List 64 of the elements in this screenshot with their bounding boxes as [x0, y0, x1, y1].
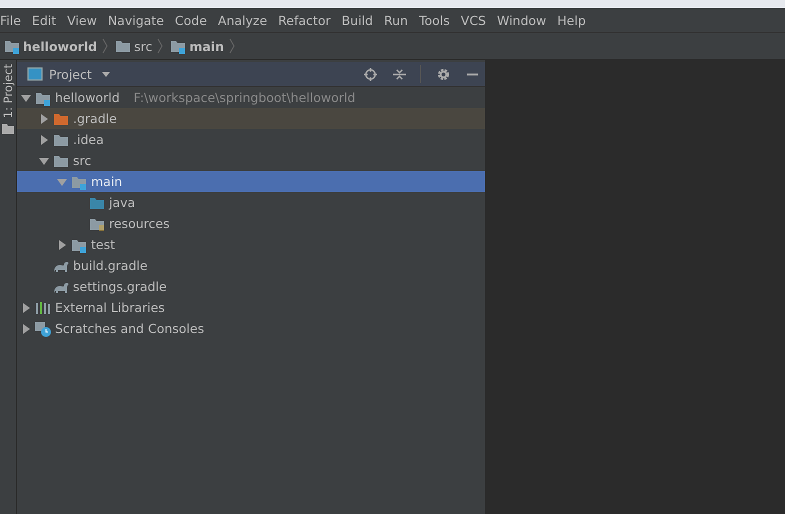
tree-item-label[interactable]: helloworld: [55, 90, 120, 105]
menu-item[interactable]: VCS: [460, 12, 486, 28]
menu-item[interactable]: Analyze: [218, 12, 268, 28]
collapsed-arrow-icon[interactable]: [39, 134, 49, 144]
tree-row[interactable]: java: [17, 192, 485, 213]
tree-item-label[interactable]: settings.gradle: [73, 279, 167, 294]
tree-row[interactable]: Scratches and Consoles: [17, 318, 485, 339]
tree-item-label[interactable]: java: [109, 195, 136, 210]
tree-row[interactable]: build.gradle: [17, 255, 485, 276]
panel-title[interactable]: Project: [49, 66, 92, 82]
caret-icon[interactable]: [102, 72, 110, 76]
window-icon: [27, 66, 43, 82]
tree-item-label[interactable]: main: [91, 174, 122, 189]
collapsed-arrow-icon[interactable]: [39, 114, 49, 124]
menu-item[interactable]: Tools: [418, 12, 450, 28]
tree-row[interactable]: settings.gradle: [17, 276, 485, 297]
menu-item[interactable]: View: [67, 12, 97, 28]
tree-row[interactable]: .idea: [17, 129, 485, 150]
tree-row[interactable]: resources: [17, 213, 485, 234]
folder-icon: [115, 38, 132, 54]
breadcrumb-item[interactable]: helloworld: [23, 38, 98, 54]
menu-item[interactable]: Code: [174, 12, 207, 28]
project-path: F:\workspace\springboot\helloworld: [134, 90, 356, 105]
collapsed-arrow-icon[interactable]: [21, 324, 31, 334]
menu-item[interactable]: Edit: [32, 12, 56, 28]
breadcrumb-item[interactable]: src: [134, 38, 152, 54]
menu-item[interactable]: Build: [342, 12, 373, 28]
scratches-icon: [35, 320, 51, 336]
tree-row[interactable]: main: [17, 171, 485, 192]
collapse-icon[interactable]: [393, 68, 406, 80]
chevron-icon: [157, 38, 164, 54]
menu-item[interactable]: Window: [496, 12, 546, 28]
menu-item[interactable]: Help: [557, 12, 586, 28]
tree-item-label[interactable]: .gradle: [73, 111, 117, 126]
settings-icon[interactable]: [437, 68, 450, 80]
chevron-icon: [102, 38, 108, 54]
tree-item-label[interactable]: .idea: [73, 132, 104, 147]
tree-item-label[interactable]: resources: [109, 216, 170, 231]
menu-item[interactable]: Navigate: [108, 12, 164, 28]
collapsed-arrow-icon[interactable]: [21, 302, 31, 312]
chevron-icon: [228, 38, 235, 54]
folder-icon: [4, 38, 20, 54]
folder-icon: [2, 124, 14, 134]
expanded-arrow-icon[interactable]: [21, 92, 31, 102]
menu-item[interactable]: Run: [384, 12, 408, 28]
tree-item-label[interactable]: Scratches and Consoles: [55, 321, 204, 336]
project-tool-tab[interactable]: 1: Project: [1, 64, 15, 118]
tree-row[interactable]: test: [17, 234, 485, 255]
tree-item-label[interactable]: test: [91, 237, 116, 252]
library-icon: [35, 300, 51, 316]
tree-item-label[interactable]: External Libraries: [55, 300, 165, 315]
tree-item-label[interactable]: src: [73, 153, 92, 168]
tree-row[interactable]: External Libraries: [17, 297, 485, 318]
tree-row[interactable]: .gradle: [17, 108, 485, 129]
expanded-arrow-icon[interactable]: [39, 156, 49, 166]
collapsed-arrow-icon[interactable]: [57, 240, 67, 250]
menu-item[interactable]: File: [0, 12, 21, 28]
tree-row[interactable]: helloworld F:\workspace\springboot\helloworld: [17, 87, 485, 108]
tree-row[interactable]: src: [17, 150, 485, 171]
folder-icon: [170, 38, 186, 54]
breadcrumb-item[interactable]: main: [189, 38, 224, 54]
menu-item[interactable]: Refactor: [278, 12, 331, 28]
tree-item-label[interactable]: build.gradle: [73, 258, 148, 273]
crosshair-icon[interactable]: [364, 68, 377, 80]
